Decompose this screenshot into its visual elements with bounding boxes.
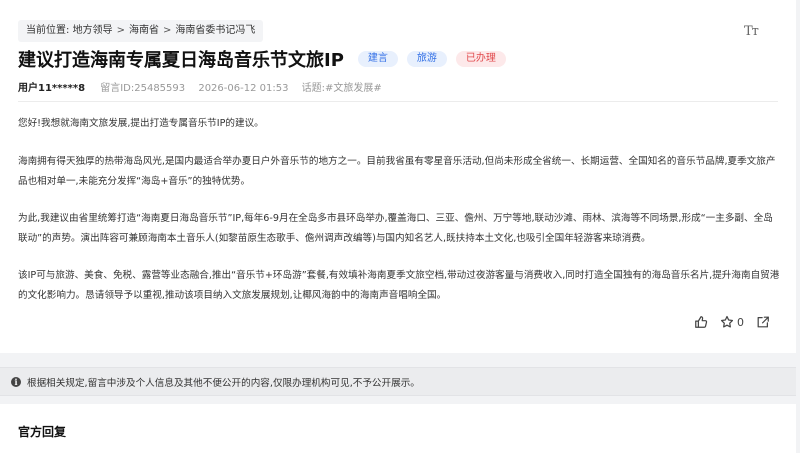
- official-reply-card: 官方回复: [0, 404, 796, 453]
- post-date: 2026-06-12 01:53: [198, 83, 289, 94]
- message-id: 留言ID:25485593: [100, 83, 186, 94]
- breadcrumb-separator: >: [116, 25, 125, 36]
- breadcrumb-item-leader[interactable]: 海南省委书记冯飞: [175, 25, 255, 36]
- favorite-count: 0: [737, 315, 744, 329]
- breadcrumb-separator: >: [162, 25, 172, 36]
- author-name: 用户11*****8: [18, 83, 86, 94]
- action-bar: 0: [694, 313, 782, 331]
- body-paragraph: 该IP可与旅游、美食、免税、露营等业态融合,推出“音乐节+环岛游”套餐,有效填补…: [18, 270, 780, 301]
- page-title: 建议打造海南专属夏日海岛音乐节文旅IP: [18, 50, 344, 71]
- tag-tourism: 旅游: [406, 51, 447, 67]
- breadcrumb-item-hainan[interactable]: 海南省: [129, 25, 159, 36]
- reply-section-title: 官方回复: [18, 425, 67, 439]
- body-paragraph: 海南拥有得天独厚的热带海岛风光,是国内最适合举办夏日户外音乐节的地方之一。目前我…: [18, 156, 776, 187]
- tag-suggestion: 建言: [357, 51, 398, 67]
- like-button[interactable]: [694, 315, 708, 329]
- share-button[interactable]: [756, 315, 770, 329]
- divider: [18, 101, 778, 102]
- breadcrumb: 当前位置: 地方领导 > 海南省 > 海南省委书记冯飞: [18, 20, 264, 42]
- status-badge: 已办理: [455, 51, 506, 67]
- info-icon: i: [11, 376, 21, 387]
- notice-text: 根据相关规定,留言中涉及个人信息及其他不便公开的内容,仅限办理机构可见,不予公开…: [27, 377, 420, 389]
- favorite-button[interactable]: 0: [720, 315, 744, 329]
- body-paragraph: 为此,我建议由省里统筹打造“海南夏日海岛音乐节”IP,每年6-9月在全岛多市县环…: [18, 213, 773, 244]
- post-meta: 用户11*****8 留言ID:25485593 2026-06-12 01:5…: [18, 79, 392, 94]
- breadcrumb-item-local-leaders[interactable]: 地方领导: [73, 25, 113, 36]
- thumbs-up-icon: [695, 316, 708, 328]
- topic-link[interactable]: 话题:#文旅发展#: [302, 83, 382, 94]
- title-row: 建议打造海南专属夏日海岛音乐节文旅IP 建言 旅游 已办理: [18, 44, 515, 74]
- star-icon: [720, 315, 734, 328]
- breadcrumb-prefix: 当前位置:: [26, 25, 70, 36]
- privacy-notice: i 根据相关规定,留言中涉及个人信息及其他不便公开的内容,仅限办理机构可见,不予…: [0, 367, 796, 396]
- font-size-icon[interactable]: Tт: [744, 24, 759, 39]
- body-paragraph: 您好!我想就海南文旅发展,提出打造专属音乐节IP的建议。: [18, 118, 264, 129]
- message-card: 当前位置: 地方领导 > 海南省 > 海南省委书记冯飞 Tт 建议打造海南专属夏日海岛音…: [0, 0, 796, 353]
- share-icon: [757, 316, 769, 328]
